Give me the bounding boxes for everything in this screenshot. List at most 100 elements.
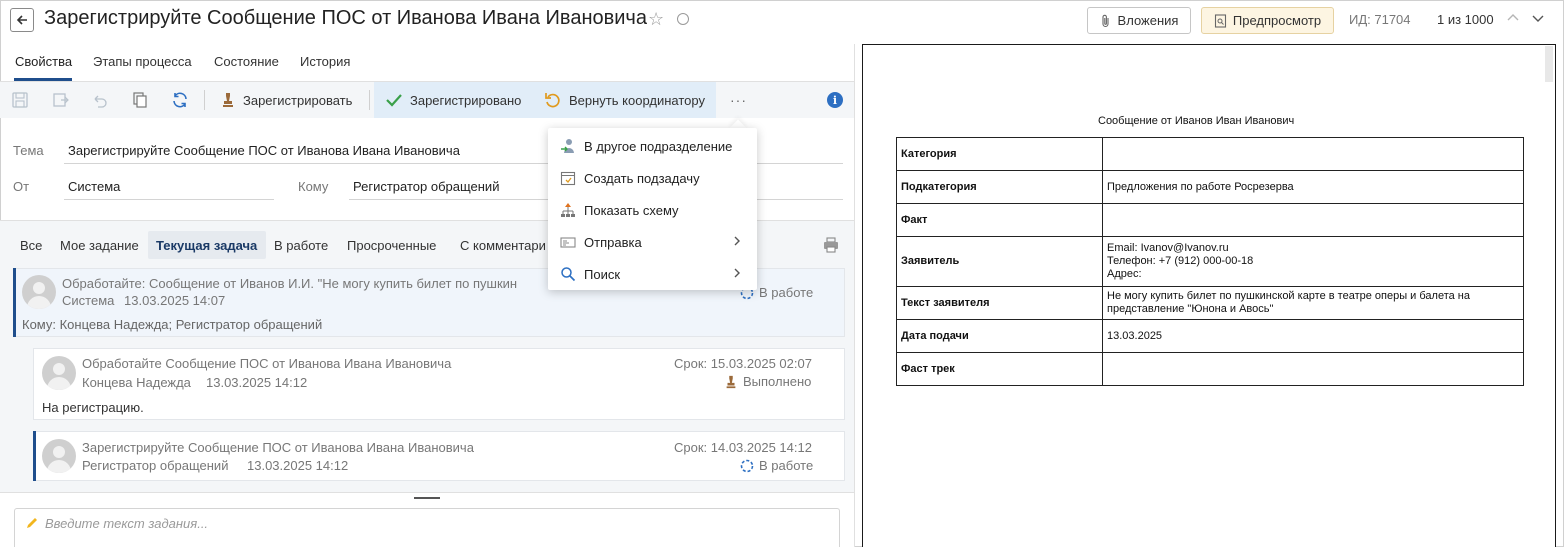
table-row: Категория — [896, 137, 1524, 171]
preview-scrollbar[interactable] — [1545, 46, 1553, 82]
registered-button[interactable]: Зарегистрировано — [385, 82, 521, 118]
stamp-icon — [223, 93, 233, 107]
filter-overdue[interactable]: Просроченные — [347, 238, 436, 253]
task-recipients: Кому: Концева Надежда; Регистратор обращ… — [22, 317, 323, 332]
task-date: 13.03.2025 14:07 — [124, 293, 226, 308]
resize-handle[interactable] — [414, 497, 440, 499]
user-transfer-icon — [561, 139, 574, 153]
stamp-icon — [726, 375, 736, 388]
in-progress-icon — [740, 459, 754, 472]
table-key: Категория — [896, 137, 1103, 171]
table-key: Фаст трек — [896, 352, 1103, 386]
filter-all[interactable]: Все — [20, 238, 42, 253]
chevron-up-icon[interactable] — [1506, 11, 1520, 25]
chevron-down-icon[interactable] — [1531, 11, 1545, 25]
task-card[interactable]: Обработайте Сообщение ПОС от Иванова Ива… — [33, 348, 845, 420]
table-value: Предложения по работе Росрезерва — [1102, 170, 1524, 204]
task-title: Зарегистрируйте Сообщение ПОС от Иванова… — [82, 440, 474, 455]
back-button[interactable] — [10, 8, 34, 32]
table-row: Фаст трек — [896, 352, 1524, 386]
copy-icon[interactable] — [131, 91, 149, 109]
tab-properties[interactable]: Свойства — [15, 54, 72, 69]
page-title: Зарегистрируйте Сообщение ПОС от Иванова… — [44, 7, 647, 29]
more-actions-menu: В другое подразделение Создать подзадачу… — [548, 128, 757, 290]
send-icon — [560, 237, 576, 248]
task-card[interactable]: Зарегистрируйте Сообщение ПОС от Иванова… — [33, 431, 845, 481]
record-id: ИД: 71704 — [1349, 12, 1411, 27]
tab-history[interactable]: История — [300, 54, 350, 69]
toolbar-separator — [204, 90, 205, 110]
from-field[interactable]: Система — [64, 179, 274, 200]
return-label: Вернуть координатору — [569, 92, 705, 108]
task-deadline: Срок: 15.03.2025 02:07 — [674, 356, 812, 371]
filter-current-task[interactable]: Текущая задача — [156, 238, 257, 253]
table-row: Факт — [896, 203, 1524, 237]
filter-in-progress[interactable]: В работе — [274, 238, 328, 253]
refresh-icon[interactable] — [171, 91, 189, 109]
toolbar-separator — [369, 90, 370, 110]
chevron-right-icon — [734, 236, 740, 246]
record-counter: 1 из 1000 — [1437, 12, 1494, 27]
table-key: Текст заявителя — [896, 286, 1103, 320]
avatar — [42, 356, 76, 390]
more-actions-button[interactable]: ··· — [730, 92, 747, 108]
table-value — [1102, 203, 1524, 237]
task-author: Система — [62, 293, 115, 308]
tab-bar: Свойства Этапы процесса Состояние Истори… — [0, 44, 854, 82]
star-icon[interactable]: ☆ — [648, 9, 664, 30]
document-title: Сообщение от Иванов Иван Иванович — [1098, 115, 1295, 127]
table-value — [1102, 137, 1524, 171]
filter-with-comments[interactable]: С комментари — [460, 238, 546, 253]
info-icon[interactable]: i — [827, 92, 843, 108]
preview-label: Предпросмотр — [1232, 13, 1322, 28]
task-title: Обработайте: Сообщение от Иванов И.И. "Н… — [62, 276, 518, 291]
tab-process-stages[interactable]: Этапы процесса — [93, 54, 192, 69]
filter-my-task[interactable]: Мое задание — [60, 238, 139, 253]
chevron-right-icon — [734, 268, 740, 278]
menu-item-send[interactable]: Отправка — [548, 226, 757, 258]
table-value — [1102, 352, 1524, 386]
subject-label: Тема — [13, 143, 44, 158]
task-author: Регистратор обращений — [82, 458, 229, 473]
register-button[interactable]: Зарегистрировать — [220, 82, 352, 118]
preview-button[interactable]: Предпросмотр — [1201, 7, 1334, 34]
arrow-left-icon — [16, 15, 27, 25]
pencil-icon — [27, 518, 37, 528]
document-table: Категория Подкатегория Предложения по ра… — [896, 137, 1524, 386]
menu-item-show-scheme[interactable]: Показать схему — [548, 194, 757, 226]
printer-icon[interactable] — [823, 237, 839, 253]
undo-icon[interactable] — [91, 91, 109, 109]
task-deadline: Срок: 14.03.2025 14:12 — [674, 440, 812, 455]
table-value: 13.03.2025 — [1102, 319, 1524, 353]
table-value: Email: Ivanov@Ivanov.ru Телефон: +7 (912… — [1102, 236, 1524, 287]
save-close-icon[interactable] — [51, 91, 69, 109]
task-date: 13.03.2025 14:12 — [247, 458, 349, 473]
pane-divider[interactable] — [854, 44, 855, 547]
task-status: В работе — [740, 458, 813, 473]
subtask-icon — [560, 171, 576, 186]
circle-icon[interactable] — [677, 13, 689, 25]
task-accent-bar — [33, 431, 36, 481]
menu-item-other-department[interactable]: В другое подразделение — [548, 130, 757, 162]
check-icon — [386, 94, 402, 107]
task-text-input[interactable] — [45, 516, 745, 531]
table-key: Факт — [896, 203, 1103, 237]
avatar — [22, 275, 56, 309]
table-row: Подкатегория Предложения по работе Росре… — [896, 170, 1524, 204]
return-icon — [545, 93, 560, 108]
scheme-icon — [561, 203, 575, 217]
tab-state[interactable]: Состояние — [214, 54, 279, 69]
table-value: Не могу купить билет по пушкинской карте… — [1102, 286, 1524, 320]
menu-item-search[interactable]: Поиск — [548, 258, 757, 290]
paperclip-icon — [1101, 14, 1109, 27]
header: Зарегистрируйте Сообщение ПОС от Иванова… — [0, 0, 1564, 40]
attachments-button[interactable]: Вложения — [1087, 7, 1191, 34]
task-comment: На регистрацию. — [42, 400, 144, 415]
task-input-box[interactable] — [14, 508, 840, 547]
menu-item-create-subtask[interactable]: Создать подзадачу — [548, 162, 757, 194]
table-row: Дата подачи 13.03.2025 — [896, 319, 1524, 353]
table-row: Текст заявителя Не могу купить билет по … — [896, 286, 1524, 320]
toolbar: Зарегистрировать Зарегистрировано Вернут… — [0, 82, 854, 118]
save-icon[interactable] — [11, 91, 29, 109]
return-to-coordinator-button[interactable]: Вернуть координатору — [544, 82, 705, 118]
